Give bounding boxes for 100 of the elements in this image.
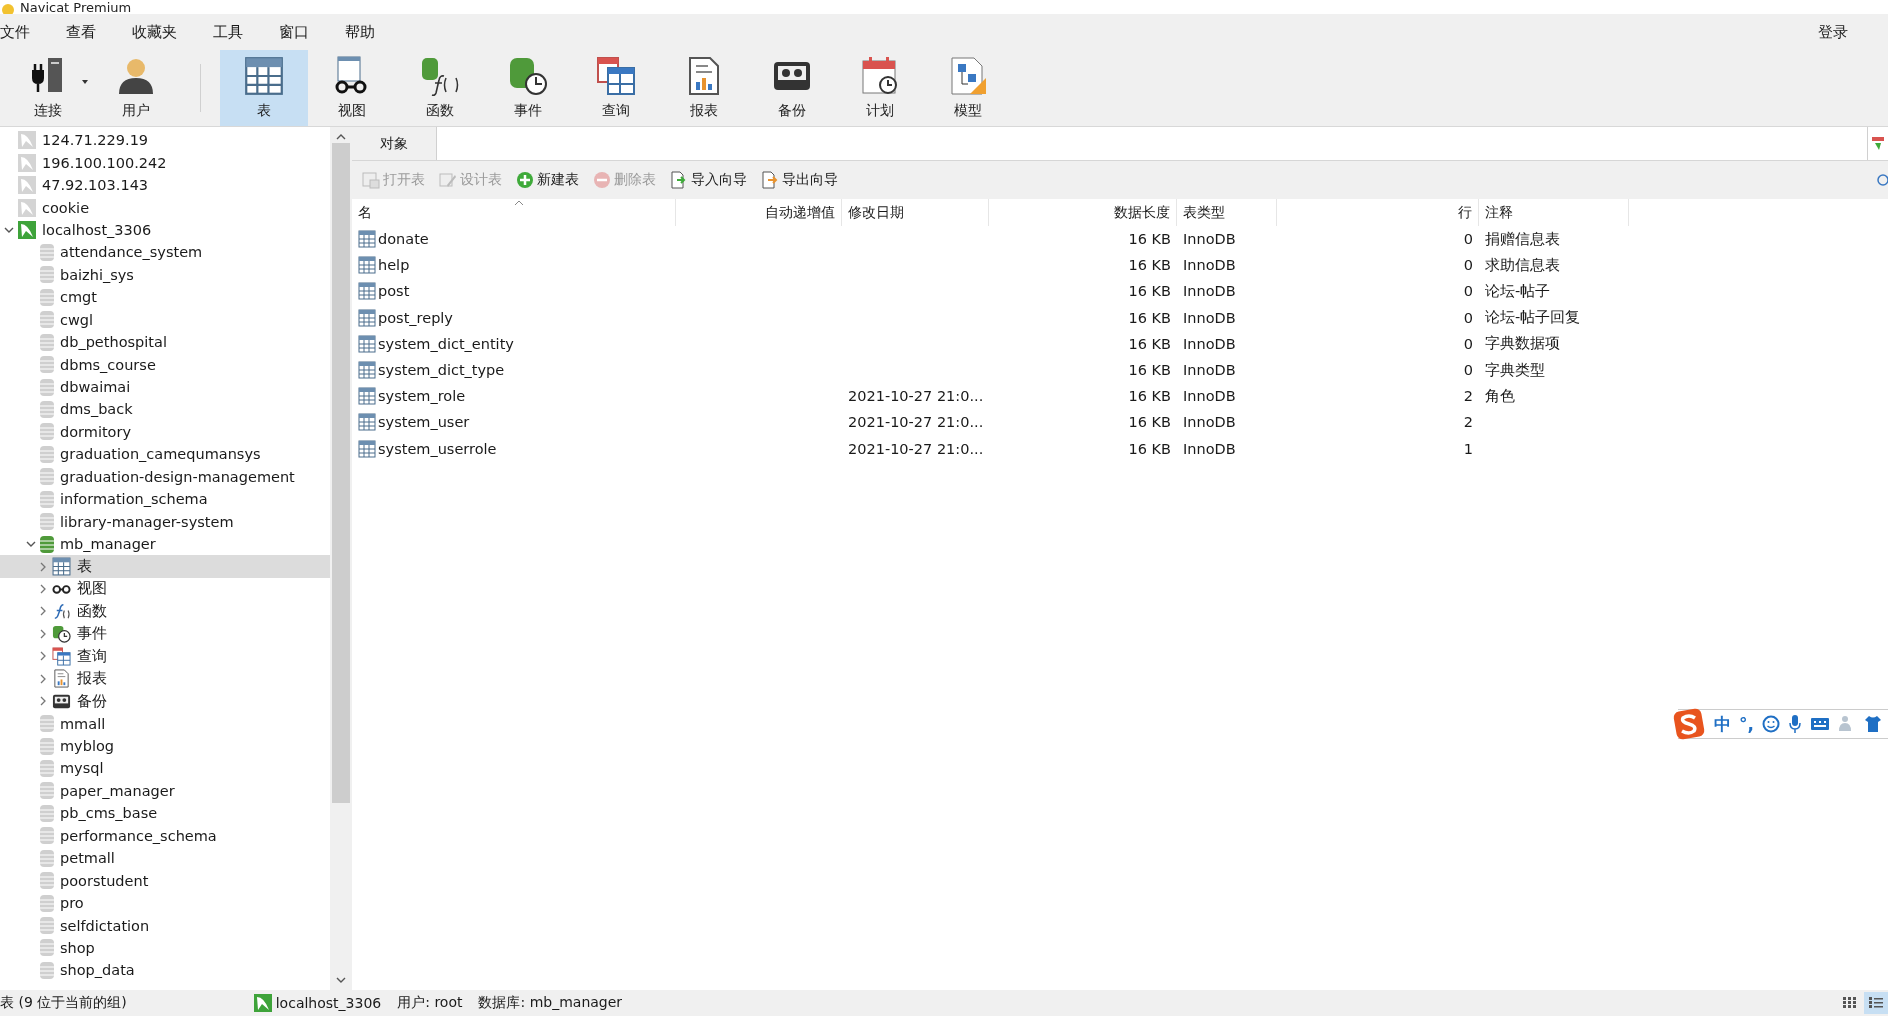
tree-item[interactable]: library-manager-system xyxy=(0,510,330,533)
tree-item[interactable]: information_schema xyxy=(0,488,330,511)
toolbar-button[interactable]: 函数 xyxy=(396,50,484,126)
tree-item[interactable]: 表 xyxy=(0,555,330,578)
tree-item[interactable]: dormitory xyxy=(0,420,330,444)
search-icon[interactable] xyxy=(1876,174,1888,186)
keyboard-icon[interactable] xyxy=(1810,717,1830,731)
database-icon xyxy=(40,715,54,733)
tree-item[interactable]: baizhi_sys xyxy=(0,263,330,287)
scroll-up-icon[interactable] xyxy=(336,133,346,141)
toolbar-button[interactable]: 表 xyxy=(220,50,308,126)
toolbar-action[interactable]: 新建表 xyxy=(512,169,583,191)
punctuation-toggle[interactable]: °, xyxy=(1739,714,1754,734)
table-cell: donate xyxy=(378,231,429,248)
view-toggle[interactable] xyxy=(1864,992,1888,1014)
toolbar-button[interactable]: 连接 xyxy=(4,50,92,126)
column-header[interactable]: 数据长度 xyxy=(989,199,1177,226)
tree-item[interactable]: 报表 xyxy=(0,667,330,690)
tree-item[interactable]: petmall xyxy=(0,847,330,870)
chevron-right-icon[interactable] xyxy=(39,651,47,662)
chevron-right-icon[interactable] xyxy=(39,696,47,707)
menu-item[interactable]: 收藏夹 xyxy=(132,22,186,42)
tree-item[interactable]: 事件 xyxy=(0,622,330,646)
tree-item[interactable]: 视图 xyxy=(0,577,330,601)
toolbar-action[interactable]: 导出向导 xyxy=(757,169,842,191)
chevron-right-icon[interactable] xyxy=(39,561,47,572)
chevron-right-icon[interactable] xyxy=(39,628,47,639)
tree-item[interactable]: shop_data xyxy=(0,959,330,982)
tree-item[interactable]: myblog xyxy=(0,734,330,758)
column-header[interactable]: 注释 xyxy=(1479,199,1629,226)
tree-item[interactable]: cookie xyxy=(0,196,330,219)
toolbar-button[interactable]: 视图 xyxy=(308,50,396,126)
database-icon xyxy=(40,445,54,463)
table-icon xyxy=(358,308,376,327)
tree-item[interactable]: 196.100.100.242 xyxy=(0,151,330,174)
input-mode-toggle[interactable]: 中 xyxy=(1714,712,1732,736)
tree-item[interactable]: dbwaimai xyxy=(0,375,330,399)
column-header[interactable]: 名 xyxy=(352,199,676,226)
filter-icon[interactable] xyxy=(1872,136,1884,151)
caret-icon[interactable] xyxy=(82,80,88,84)
tree-item[interactable]: dbms_course xyxy=(0,353,330,376)
toolbar-button[interactable]: 报表 xyxy=(660,50,748,126)
toolbar-button[interactable]: 事件 xyxy=(484,50,572,126)
scrollbar-thumb[interactable] xyxy=(332,143,350,803)
tree-item[interactable]: performance_schema xyxy=(0,824,330,847)
tree-item[interactable]: cwgl xyxy=(0,308,330,331)
tree-item[interactable]: pro xyxy=(0,891,330,915)
table-cell: InnoDB xyxy=(1183,414,1236,431)
tree-item[interactable]: mmall xyxy=(0,712,330,735)
tree-item[interactable]: 124.71.229.19 xyxy=(0,129,330,152)
table-cell: InnoDB xyxy=(1183,257,1236,274)
tree-item[interactable]: localhost_3306 xyxy=(0,218,330,242)
toolbar-action[interactable]: 导入向导 xyxy=(666,169,751,191)
scroll-down-icon[interactable] xyxy=(336,976,346,984)
tree-item[interactable]: cmgt xyxy=(0,286,330,309)
tree-item[interactable]: paper_manager xyxy=(0,779,330,803)
tree-item[interactable]: poorstudent xyxy=(0,869,330,892)
chevron-down-icon[interactable] xyxy=(26,540,36,549)
menu-item[interactable]: 查看 xyxy=(66,22,105,42)
column-header[interactable]: 表类型 xyxy=(1177,199,1277,226)
tree-item[interactable]: 47.92.103.143 xyxy=(0,173,330,197)
smiley-icon[interactable] xyxy=(1762,715,1780,733)
menu-item[interactable]: 帮助 xyxy=(345,22,384,42)
database-icon xyxy=(40,333,54,351)
column-header[interactable]: 行 xyxy=(1277,199,1479,226)
tree-item[interactable]: mb_manager xyxy=(0,532,330,556)
column-header[interactable]: 自动递增值 xyxy=(676,199,842,226)
tree-item[interactable]: 备份 xyxy=(0,689,330,713)
toolbar-button[interactable]: 查询 xyxy=(572,50,660,126)
login-link[interactable]: 登录 xyxy=(1818,22,1848,42)
tree-item[interactable]: db_pethospital xyxy=(0,330,330,354)
query-icon xyxy=(596,56,636,96)
microphone-icon[interactable] xyxy=(1788,714,1802,734)
report-icon xyxy=(52,669,71,689)
chevron-right-icon[interactable] xyxy=(39,606,47,617)
tree-item[interactable]: attendance_system xyxy=(0,241,330,264)
menu-item[interactable]: 工具 xyxy=(213,22,252,42)
column-header[interactable]: 修改日期 xyxy=(842,199,989,226)
tree-item[interactable]: graduation_camequmansys xyxy=(0,443,330,466)
tree-item[interactable]: 函数 xyxy=(0,600,330,623)
toolbar-button[interactable]: 计划 xyxy=(836,50,924,126)
toolbar-button[interactable]: 模型 xyxy=(924,50,1012,126)
tree-item[interactable]: graduation-design-management xyxy=(0,465,330,488)
table-cell: 字典类型 xyxy=(1485,360,1545,380)
toolbar-button[interactable]: 用户 xyxy=(92,50,180,126)
chevron-right-icon[interactable] xyxy=(39,583,47,594)
shirt-icon[interactable] xyxy=(1864,715,1882,733)
menu-item[interactable]: 窗口 xyxy=(279,22,318,42)
chevron-down-icon[interactable] xyxy=(4,225,14,234)
menu-item[interactable]: 文件 xyxy=(0,22,39,42)
logo-icon[interactable] xyxy=(1672,707,1707,741)
chevron-right-icon[interactable] xyxy=(39,673,47,684)
table-icon xyxy=(52,557,71,577)
tree-item[interactable]: dms_back xyxy=(0,398,330,421)
tree-item[interactable]: shop xyxy=(0,936,330,960)
tree-item[interactable]: 查询 xyxy=(0,645,330,668)
tree-item[interactable]: mysql xyxy=(0,757,330,780)
tree-item[interactable]: selfdictation xyxy=(0,914,330,937)
tree-item[interactable]: pb_cms_base xyxy=(0,802,330,825)
toolbar-button[interactable]: 备份 xyxy=(748,50,836,126)
